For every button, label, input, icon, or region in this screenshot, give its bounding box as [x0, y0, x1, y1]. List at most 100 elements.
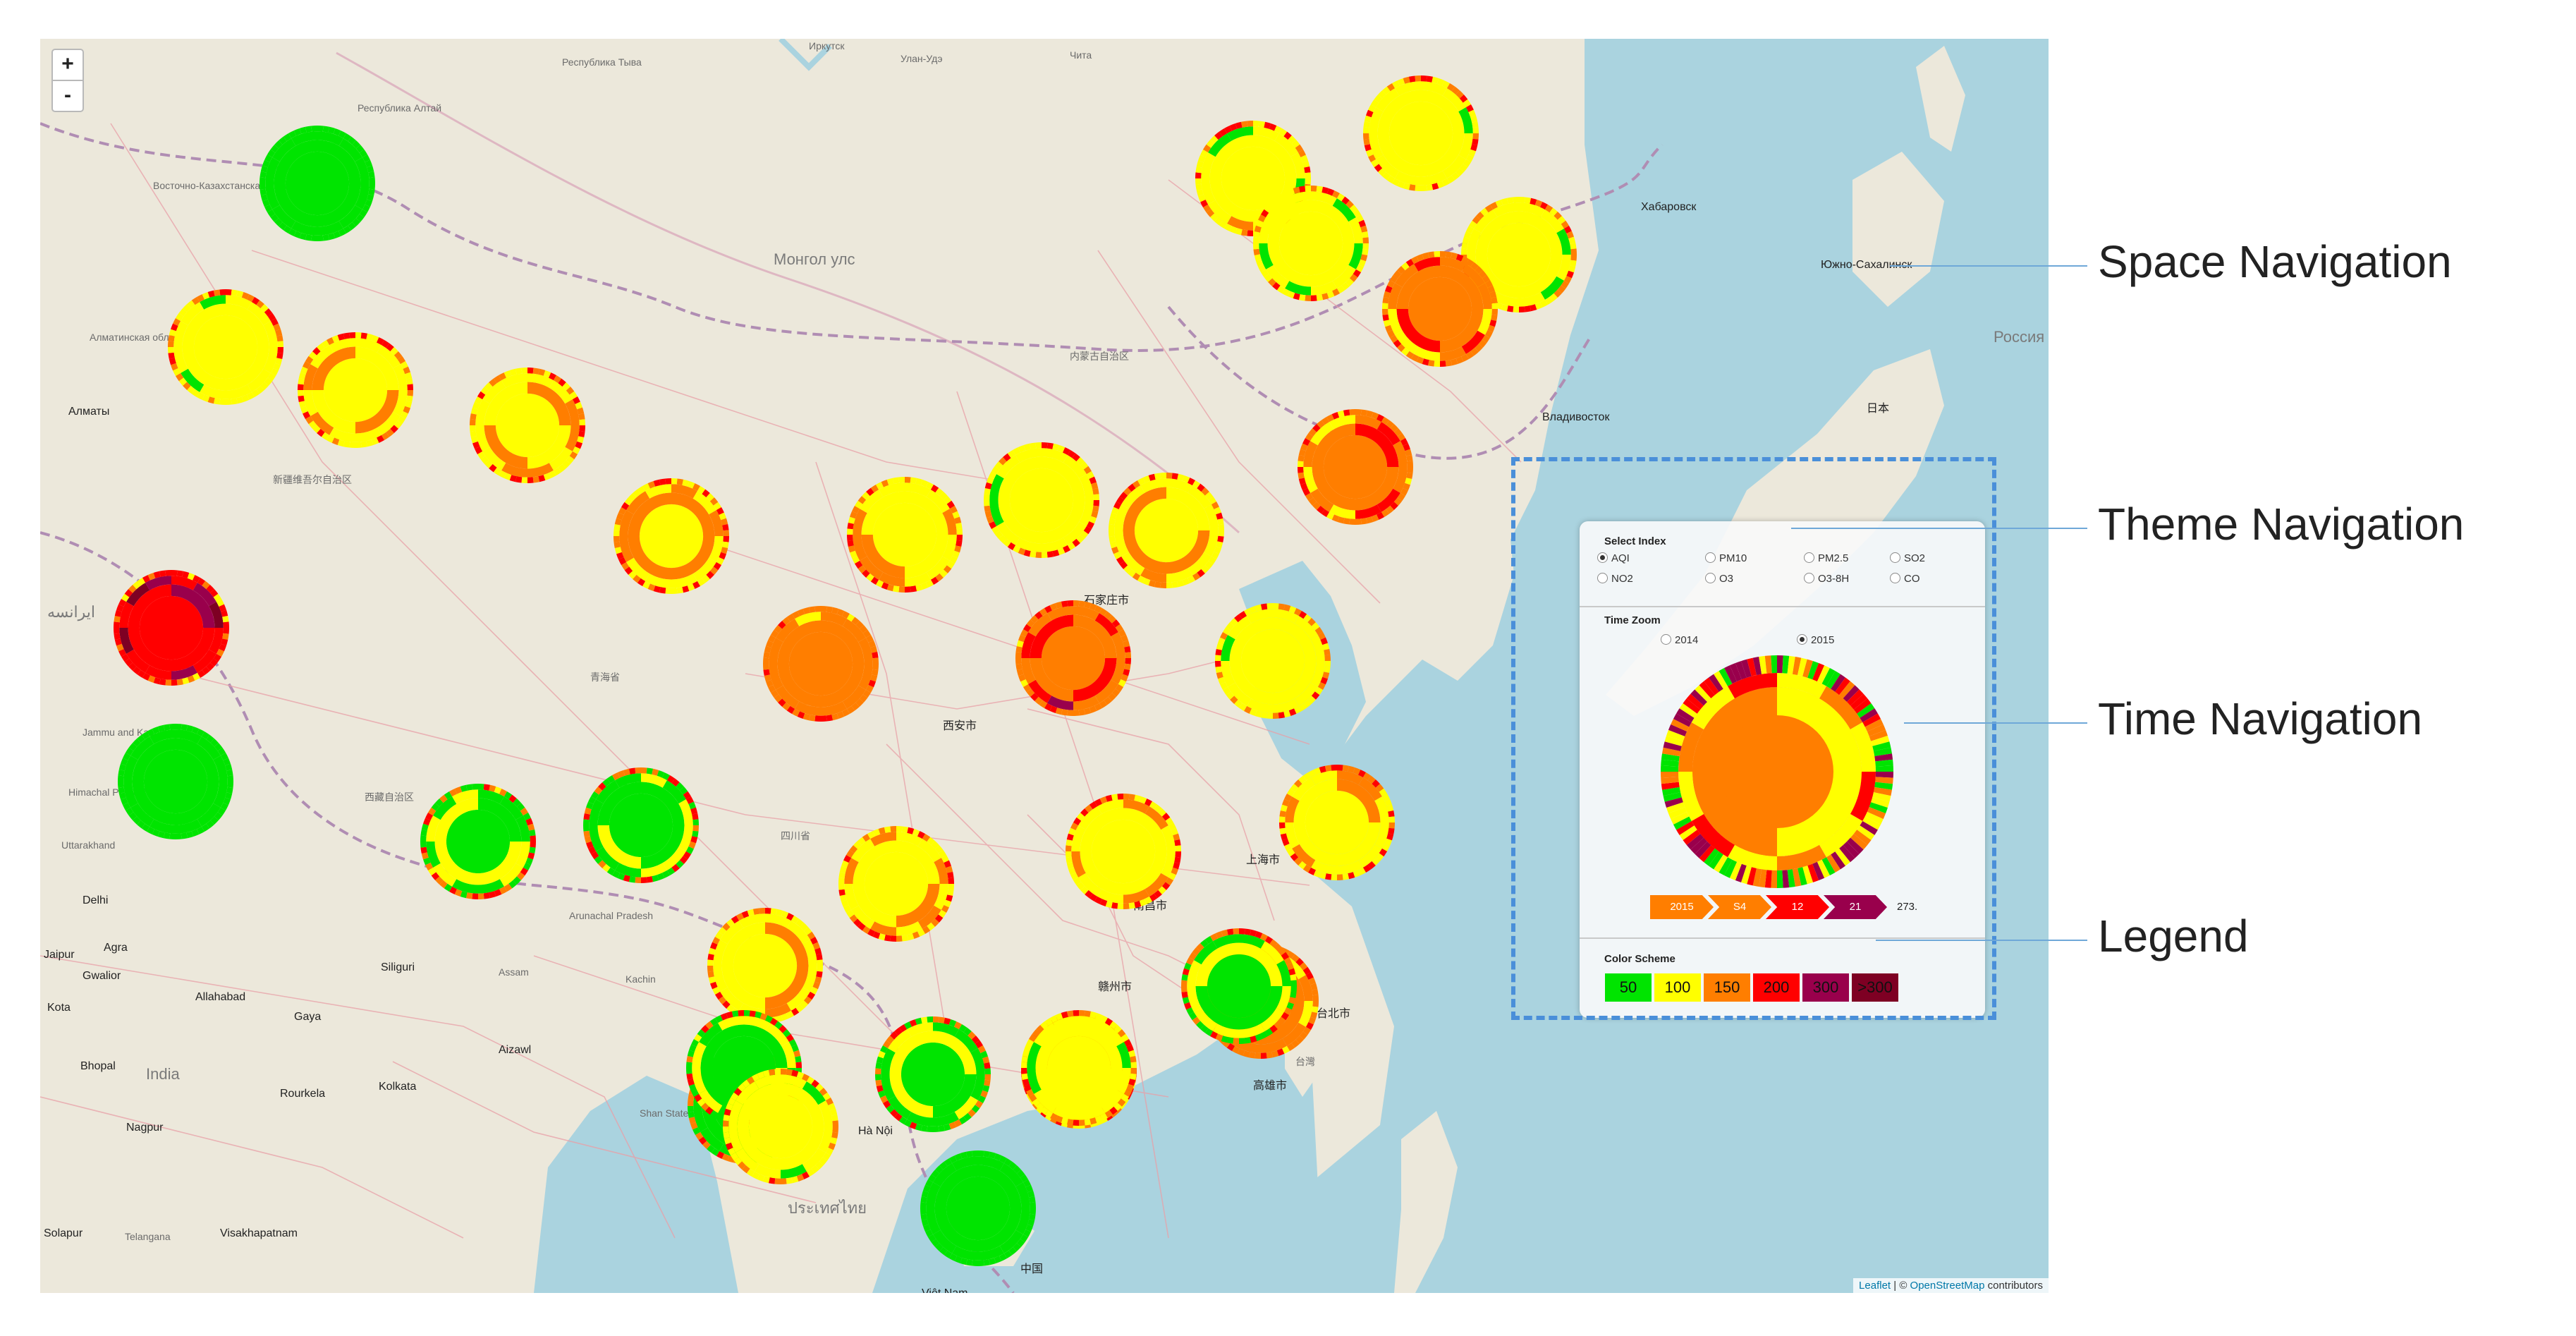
station-day-segment — [1513, 197, 1519, 203]
station-glyph[interactable] — [1253, 186, 1369, 301]
station-day-segment — [671, 588, 678, 594]
station-glyph[interactable] — [1382, 251, 1498, 367]
station-day-segment — [905, 586, 911, 593]
station-day-segment — [890, 826, 896, 832]
station-core — [1207, 954, 1271, 1019]
station-day-segment — [832, 1127, 838, 1133]
station-day-segment — [1160, 582, 1166, 588]
station-day-segment — [420, 835, 427, 842]
station-day-segment — [118, 775, 124, 782]
station-day-segment — [1312, 1001, 1319, 1007]
station-day-segment — [1030, 1202, 1036, 1208]
station-day-segment — [317, 126, 324, 132]
station-day-segment — [349, 332, 355, 339]
station-day-segment — [521, 477, 527, 483]
station-day-segment — [1266, 603, 1273, 609]
station-glyph[interactable] — [984, 442, 1099, 558]
station-glyph[interactable] — [707, 907, 823, 1024]
station-day-segment — [686, 1068, 692, 1074]
station-day-segment — [723, 530, 729, 536]
station-day-segment — [1570, 248, 1577, 255]
station-glyph[interactable] — [847, 477, 963, 593]
station-day-segment — [1388, 822, 1395, 829]
callout-line — [1876, 940, 2087, 941]
station-day-segment — [1337, 874, 1343, 880]
station-core — [864, 851, 929, 916]
station-day-segment — [984, 500, 990, 506]
station-glyph[interactable] — [1278, 765, 1395, 880]
station-day-segment — [890, 935, 896, 942]
station-day-segment — [1125, 658, 1131, 664]
station-glyph[interactable] — [1181, 928, 1297, 1044]
station-day-segment — [1160, 473, 1166, 479]
station-day-segment — [1073, 1119, 1079, 1126]
station-day-segment — [614, 530, 620, 536]
station-day-segment — [765, 907, 771, 914]
station-day-segment — [1073, 710, 1080, 716]
station-glyph[interactable] — [763, 606, 879, 722]
station-core — [285, 151, 350, 216]
station-day-segment — [1253, 243, 1259, 250]
station-day-segment — [1130, 1062, 1137, 1068]
station-day-segment — [1125, 652, 1131, 658]
station-core — [1240, 628, 1305, 693]
station-day-segment — [1181, 986, 1188, 992]
station-day-segment — [1472, 133, 1479, 140]
station-day-segment — [530, 842, 536, 848]
station-day-segment — [1073, 600, 1080, 607]
station-glyph[interactable] — [583, 767, 699, 883]
station-day-segment — [1066, 851, 1072, 858]
station-day-segment — [1421, 185, 1427, 191]
station-glyph[interactable] — [298, 332, 413, 448]
station-glyph[interactable] — [1215, 603, 1331, 719]
osm-link[interactable]: OpenStreetMap — [1910, 1280, 1985, 1292]
zoom-in-button[interactable]: + — [51, 49, 84, 81]
station-day-segment — [369, 177, 375, 183]
station-day-segment — [1273, 603, 1279, 609]
station-glyph[interactable] — [420, 784, 536, 899]
station-core — [323, 358, 388, 423]
leaflet-link[interactable]: Leaflet — [1859, 1280, 1891, 1292]
station-day-segment — [838, 884, 845, 890]
station-glyph[interactable] — [875, 1016, 991, 1132]
station-glyph[interactable] — [1363, 75, 1479, 191]
station-day-segment — [781, 1069, 787, 1075]
station-core — [748, 1094, 813, 1159]
station-day-segment — [641, 877, 647, 883]
station-core — [1487, 222, 1551, 287]
station-day-segment — [898, 586, 905, 593]
station-day-segment — [972, 1260, 978, 1266]
station-glyph[interactable] — [838, 826, 954, 942]
station-day-segment — [407, 384, 413, 390]
station-day-segment — [1181, 980, 1188, 986]
station-day-segment — [1215, 655, 1221, 661]
station-day-segment — [1337, 765, 1343, 771]
station-day-segment — [1015, 658, 1022, 664]
station-day-segment — [1312, 995, 1319, 1001]
station-day-segment — [978, 1260, 984, 1266]
station-day-segment — [1255, 1052, 1261, 1059]
station-glyph[interactable] — [723, 1069, 838, 1184]
station-day-segment — [1066, 845, 1072, 851]
station-glyph[interactable] — [1015, 600, 1131, 716]
station-day-segment — [1218, 524, 1224, 530]
station-day-segment — [579, 419, 585, 425]
station-glyph[interactable] — [1021, 1010, 1137, 1126]
station-day-segment — [1570, 255, 1577, 261]
station-glyph[interactable] — [168, 289, 283, 405]
zoom-out-button[interactable]: - — [51, 80, 84, 112]
station-glyph[interactable] — [1066, 794, 1181, 909]
station-glyph[interactable] — [614, 478, 729, 594]
station-glyph[interactable] — [114, 569, 229, 686]
station-day-segment — [260, 177, 266, 183]
station-glyph[interactable] — [1298, 409, 1413, 525]
station-glyph[interactable] — [470, 368, 585, 483]
station-glyph[interactable] — [260, 126, 375, 241]
station-glyph[interactable] — [920, 1150, 1036, 1266]
station-day-segment — [1123, 794, 1130, 800]
station-day-segment — [1311, 295, 1317, 301]
station-day-segment — [1461, 248, 1467, 255]
station-glyph[interactable] — [118, 724, 233, 839]
station-day-segment — [896, 826, 903, 832]
station-glyph[interactable] — [1109, 473, 1224, 588]
